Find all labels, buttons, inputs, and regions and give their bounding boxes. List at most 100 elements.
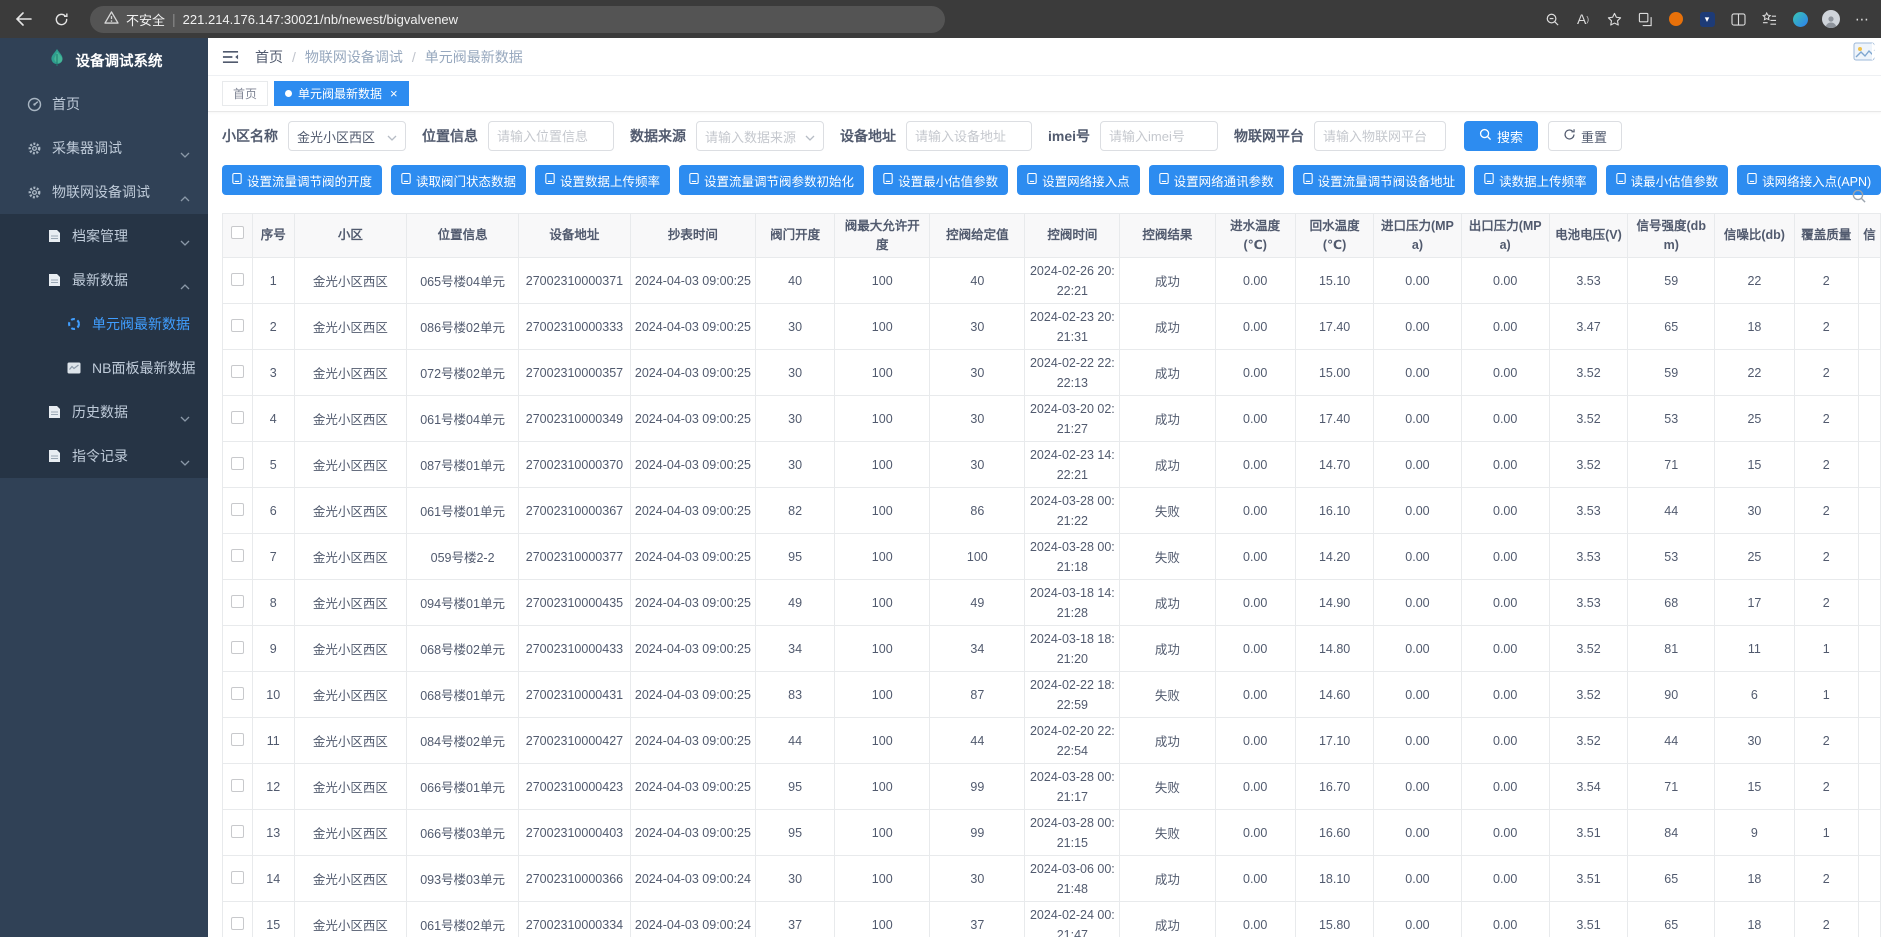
extension-tile-icon[interactable]: ▾ [1698,10,1716,28]
favorites-star-icon[interactable] [1605,10,1623,28]
sidebar-item-unit-valve-latest[interactable]: 单元阀最新数据 [0,302,208,346]
action-button[interactable]: 读数据上传频率 [1474,165,1597,195]
sidebar-item-archive-management[interactable]: 档案管理 [0,214,208,258]
row-checkbox[interactable] [231,641,244,654]
header-cell: 抄表时间 [630,214,755,258]
table-row: 14金光小区西区093号楼03单元270023100003662024-04-0… [223,856,1881,902]
device-icon [689,172,699,188]
action-button[interactable]: 设置流量调节阀设备地址 [1293,165,1466,195]
row-checkbox[interactable] [231,365,244,378]
collections-icon[interactable] [1636,10,1654,28]
table-cell: 2 [1794,488,1858,534]
more-menu-icon[interactable]: ⋯ [1853,10,1871,28]
iot-platform-input[interactable] [1314,121,1446,151]
row-checkbox[interactable] [231,503,244,516]
table-cell: 2024-02-20 22:22:54 [1025,718,1120,764]
action-button[interactable]: 设置网络通讯参数 [1149,165,1284,195]
row-checkbox[interactable] [231,871,244,884]
table-cell: 37 [930,902,1025,937]
location-input[interactable] [488,121,614,151]
copilot-icon[interactable] [1791,10,1809,28]
action-button[interactable]: 设置流量调节阀参数初始化 [679,165,864,195]
table-cell: 71 [1628,442,1715,488]
reset-button[interactable]: 重置 [1548,121,1622,151]
search-button[interactable]: 搜索 [1464,121,1538,151]
sidebar-item-iot-device-debug[interactable]: 物联网设备调试 [0,170,208,214]
table-row: 15金光小区西区061号楼02单元270023100003342024-04-0… [223,902,1881,937]
reset-button-label: 重置 [1581,127,1607,146]
action-button[interactable]: 设置最小估值参数 [873,165,1008,195]
row-checkbox[interactable] [231,825,244,838]
row-checkbox[interactable] [231,687,244,700]
tab-close-icon[interactable]: × [390,87,398,100]
device-icon [1159,172,1169,188]
table-cell: 11 [252,718,294,764]
split-screen-icon[interactable] [1729,10,1747,28]
sidebar-item-nb-panel-latest[interactable]: NB面板最新数据 [0,346,208,390]
row-checkbox[interactable] [231,595,244,608]
breadcrumb-item-home[interactable]: 首页 [255,47,283,67]
header-cell: 出口压力(MPa) [1461,214,1549,258]
device-address-input[interactable] [906,121,1032,151]
table-cell: 1 [1794,810,1858,856]
table-cell: 11 [1715,626,1794,672]
device-icon [401,172,411,188]
table-row: 4金光小区西区061号楼04单元270023100003492024-04-03… [223,396,1881,442]
action-button[interactable]: 设置数据上传频率 [535,165,670,195]
row-checkbox[interactable] [231,457,244,470]
sidebar-item-latest-data[interactable]: 最新数据 [0,258,208,302]
table-cell: 100 [835,442,930,488]
table-cell: 金光小区西区 [294,396,407,442]
table-search-icon[interactable] [1851,188,1867,209]
header-cell: 电池电压(V) [1549,214,1627,258]
table-cell: 0.00 [1215,764,1295,810]
address-bar[interactable]: 不安全 | 221.214.176.147:30021/nb/newest/bi… [90,6,945,33]
tab-unit-valve-latest[interactable]: 单元阀最新数据 × [274,81,409,106]
row-checkbox[interactable] [231,779,244,792]
table-cell: 3.52 [1549,396,1627,442]
tab-label: 单元阀最新数据 [298,85,382,102]
row-checkbox[interactable] [231,549,244,562]
read-aloud-icon[interactable]: A) [1574,10,1592,28]
sidebar-item-home[interactable]: 首页 [0,82,208,126]
sidebar-collapse-icon[interactable] [222,50,239,64]
action-button[interactable]: 读最小估值参数 [1606,165,1729,195]
table-cell [1858,534,1880,580]
favorites-bar-icon[interactable] [1760,10,1778,28]
source-placeholder: 请输入数据来源 [705,127,796,146]
back-icon[interactable] [8,4,38,34]
cell-checkbox [223,350,253,396]
select-all-checkbox[interactable] [231,226,244,239]
imei-label: imei号 [1048,126,1090,146]
tab-home[interactable]: 首页 [222,81,268,106]
zoom-search-icon[interactable] [1543,10,1561,28]
row-checkbox[interactable] [231,733,244,746]
sidebar-item-collector-debug[interactable]: 采集器调试 [0,126,208,170]
row-checkbox[interactable] [231,273,244,286]
table-cell: 15.00 [1295,350,1373,396]
table-cell: 0.00 [1374,534,1461,580]
source-select[interactable]: 请输入数据来源 [696,121,824,151]
imei-input[interactable] [1100,121,1218,151]
profile-avatar[interactable] [1822,10,1840,28]
table-cell: 100 [835,764,930,810]
table-cell: 9 [1715,810,1794,856]
row-checkbox[interactable] [231,319,244,332]
sidebar-item-history-data[interactable]: 历史数据 [0,390,208,434]
row-checkbox[interactable] [231,917,244,930]
action-button-label: 读最小估值参数 [1631,171,1719,190]
table-cell: 059号楼2-2 [407,534,519,580]
table-cell: 成功 [1120,856,1215,902]
row-checkbox[interactable] [231,411,244,424]
extension-orange-icon[interactable] [1667,10,1685,28]
action-button[interactable]: 设置流量调节阀的开度 [222,165,382,195]
table-cell: 0.00 [1461,350,1549,396]
action-button[interactable]: 读取阀门状态数据 [391,165,526,195]
sidebar-item-command-records[interactable]: 指令记录 [0,434,208,478]
refresh-icon[interactable] [46,4,76,34]
cell-checkbox [223,672,253,718]
action-button[interactable]: 设置网络接入点 [1017,165,1140,195]
community-select[interactable]: 金光小区西区 [288,121,406,151]
topbar: 首页 / 物联网设备调试 / 单元阀最新数据 [208,38,1881,76]
search-button-label: 搜索 [1497,127,1523,146]
